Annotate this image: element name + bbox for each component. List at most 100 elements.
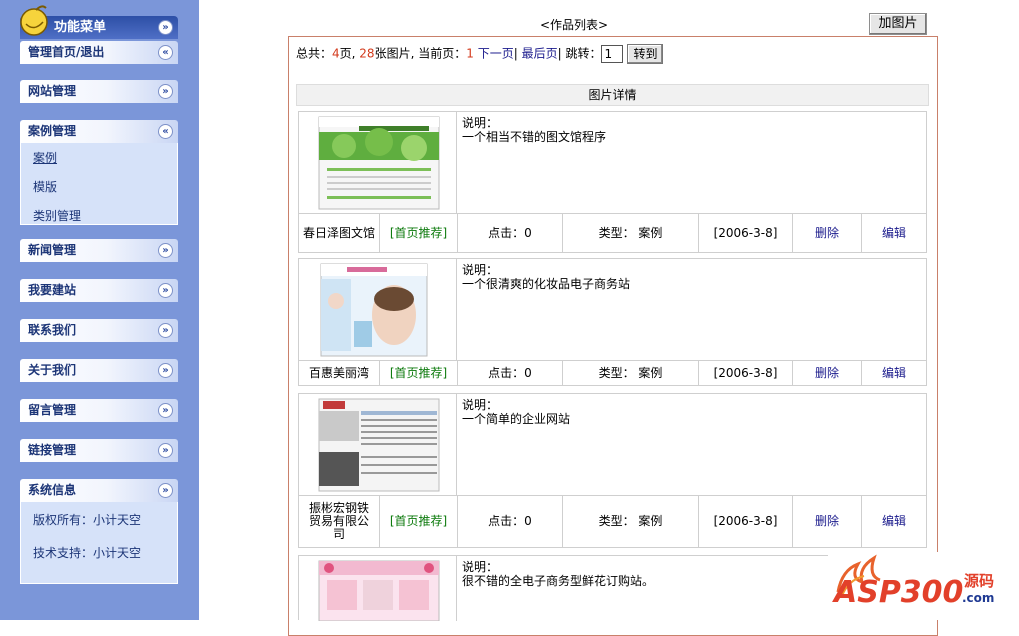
sidebar-section-label: 网站管理 [28,84,77,98]
sidebar-section-contact[interactable]: 联系我们 » [20,319,178,342]
website-screenshot-thumb [318,116,440,210]
sidebar-section-messages[interactable]: 留言管理 » [20,399,178,422]
item-meta-row: 振彬宏钢铁贸易有限公司 [首页推荐] 点击：0 类型： 案例 [2006-3-8… [299,495,926,547]
edit-link[interactable]: 编辑 [882,366,906,380]
chevron-down-icon[interactable]: » [158,243,173,258]
list-item: 说明： 一个简单的企业网站 振彬宏钢铁贸易有限公司 [首页推荐] 点击：0 类型… [298,393,927,548]
website-screenshot-thumb [318,398,440,492]
sidebar-section-home[interactable]: 管理首页/退出 « [20,41,178,64]
delete-link[interactable]: 删除 [815,226,839,240]
description-text: 很不错的全电子商务型鲜花订购站。 [462,574,655,588]
delete-link[interactable]: 删除 [815,366,839,380]
chevron-down-icon[interactable]: » [158,363,173,378]
description-label: 说明： [462,116,499,130]
item-meta-row: 春日泽图文馆 [首页推荐] 点击：0 类型： 案例 [2006-3-8] 删除 … [299,213,926,252]
pager-images-count: 28 [359,46,375,61]
sidebar-item-categories[interactable]: 类别管理 [33,207,177,224]
click-count: 点击：0 [457,496,562,547]
menu-title-label: 功能菜单 [54,20,107,35]
page-title: <作品列表> [540,18,609,32]
watermark-suffix: 源码 [964,572,994,590]
description-label: 说明： [462,560,499,574]
chevron-down-icon[interactable]: » [158,84,173,99]
click-count: 点击：0 [457,361,562,385]
banana-logo-icon [20,5,48,36]
last-page-link[interactable]: 最后页 [522,47,558,61]
chevron-up-icon[interactable]: « [158,124,173,139]
add-picture-button[interactable]: 加图片 [869,13,927,35]
sidebar-section-label: 留言管理 [28,403,77,417]
item-type: 类型： 案例 [562,496,698,547]
go-button[interactable]: 转到 [627,44,664,64]
sidebar-section-label: 新闻管理 [28,243,77,257]
click-count: 点击：0 [457,214,562,252]
description-text: 一个相当不错的图文馆程序 [462,130,607,144]
item-date: [2006-3-8] [698,214,792,252]
jump-page-input[interactable]: 1 [601,45,624,63]
sidebar-section-links[interactable]: 链接管理 » [20,439,178,462]
edit-link[interactable]: 编辑 [882,515,906,528]
thumbnail-image[interactable] [299,556,457,622]
description-label: 说明： [462,398,499,412]
pager-pages-suffix: 页, [339,46,360,61]
pager-pages-count: 4 [332,46,340,61]
chevron-down-icon[interactable]: » [158,443,173,458]
sidebar-section-label: 系统信息 [28,483,77,497]
watermark-brand: ASP300 [832,575,963,610]
sidebar-section-cases[interactable]: 案例管理 « 案例 模版 类别管理 [20,120,178,225]
recommend-badge[interactable]: [首页推荐] [379,361,457,385]
sidebar-section-label: 链接管理 [28,443,77,457]
chevron-down-icon[interactable]: » [158,323,173,338]
sidebar-section-build[interactable]: 我要建站 » [20,279,178,302]
detail-header: 图片详情 [296,84,929,106]
sidebar-item-templates[interactable]: 模版 [33,178,177,195]
website-screenshot-thumb [320,263,428,357]
item-date: [2006-3-8] [698,361,792,385]
chevron-down-icon[interactable]: » [158,283,173,298]
sidebar-section-site[interactable]: 网站管理 » [20,80,178,103]
thumbnail-image[interactable] [299,259,457,360]
description-label: 说明： [462,263,499,277]
website-screenshot-thumb [318,560,440,622]
sidebar-section-label: 我要建站 [28,283,77,297]
recommend-badge[interactable]: [首页推荐] [379,496,457,547]
collapse-all-icon[interactable]: » [158,20,173,35]
sidebar-section-label: 关于我们 [28,363,77,377]
pager-bar: 总共：4页, 28张图片, 当前页：1 下一页| 最后页| 跳转： 1 转到 [296,44,664,64]
copyright-text: 版权所有：小计天空 [33,513,142,527]
menu-title: 功能菜单 » [20,5,178,39]
sidebar-item-cases[interactable]: 案例 [33,149,177,166]
item-type: 类型： 案例 [562,361,698,385]
sidebar-section-label: 联系我们 [28,323,77,337]
watermark-domain: .com [962,591,994,605]
pager-separator: | [513,46,518,61]
asp300-flame-logo-icon: ASP300 源码 .com [832,554,994,610]
edit-link[interactable]: 编辑 [882,226,906,240]
chevron-up-icon[interactable]: « [158,45,173,60]
item-meta-row: 百惠美丽湾 [首页推荐] 点击：0 类型： 案例 [2006-3-8] 删除 编… [299,360,926,385]
list-item: 说明： 一个很清爽的化妆品电子商务站 百惠美丽湾 [首页推荐] 点击：0 类型：… [298,258,927,386]
chevron-down-icon[interactable]: » [158,403,173,418]
pager-total-label: 总共： [296,46,333,61]
chevron-down-icon[interactable]: » [158,483,173,498]
sidebar-section-news[interactable]: 新闻管理 » [20,239,178,262]
description: 说明： 很不错的全电子商务型鲜花订购站。 [462,560,654,588]
next-page-link[interactable]: 下一页 [478,47,514,61]
description: 说明： 一个很清爽的化妆品电子商务站 [462,263,630,291]
sidebar-section-label: 案例管理 [28,124,77,138]
jump-label: 跳转： [565,46,602,61]
sidebar: 功能菜单 » 管理首页/退出 « 网站管理 » 案例管理 « 案例 模版 类别管… [0,0,199,620]
item-title: 春日泽图文馆 [302,225,375,240]
delete-link[interactable]: 删除 [815,515,839,528]
watermark-logo: ASP300 源码 .com [828,552,1019,620]
description-text: 一个简单的企业网站 [462,412,571,426]
sidebar-section-sysinfo[interactable]: 系统信息 » 版权所有：小计天空 技术支持：小计天空 [20,479,178,584]
support-text: 技术支持：小计天空 [33,546,142,560]
pager-current-page: 1 [466,46,474,61]
thumbnail-image[interactable] [299,394,457,495]
thumbnail-image[interactable] [299,112,457,213]
pager-separator: | [557,46,562,61]
item-title: 百惠美丽湾 [308,365,369,380]
sidebar-section-about[interactable]: 关于我们 » [20,359,178,382]
recommend-badge[interactable]: [首页推荐] [379,214,457,252]
